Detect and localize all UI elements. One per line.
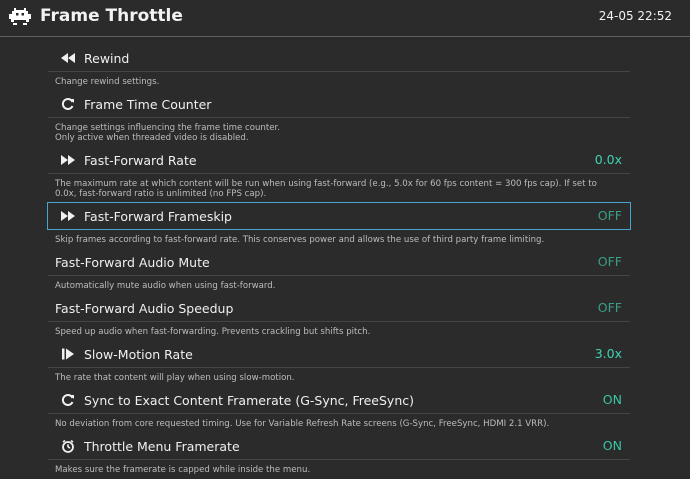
rewind-icon	[58, 50, 78, 66]
setting-value: 0.0x	[594, 152, 622, 167]
clock-display: 24-05 22:52	[598, 9, 672, 23]
setting-label: Fast-Forward Rate	[84, 152, 197, 168]
setting-rewind: Rewind Change rewind settings.	[48, 45, 630, 91]
setting-value: OFF	[597, 300, 622, 315]
setting-label: Rewind	[84, 50, 130, 66]
setting-row-slow-motion-rate[interactable]: Slow-Motion Rate 3.0x	[48, 341, 630, 367]
setting-label: Throttle Menu Framerate	[84, 438, 240, 454]
setting-throttle-menu-framerate: Throttle Menu Framerate ON Makes sure th…	[48, 433, 630, 479]
setting-description: Change settings influencing the frame ti…	[55, 123, 281, 143]
page-title: Frame Throttle	[40, 6, 183, 26]
setting-description: The maximum rate at which content will b…	[55, 179, 597, 199]
setting-row-sync-exact-framerate[interactable]: Sync to Exact Content Framerate (G-Sync,…	[48, 387, 630, 413]
setting-description: Makes sure the framerate is capped while…	[55, 465, 311, 475]
setting-description: Skip frames according to fast-forward ra…	[55, 235, 545, 245]
setting-label: Sync to Exact Content Framerate (G-Sync,…	[84, 392, 414, 408]
setting-fast-forward-audio-mute: Fast-Forward Audio Mute OFF Automaticall…	[48, 249, 630, 295]
refresh-icon	[58, 96, 78, 112]
settings-list: Rewind Change rewind settings. Frame Tim…	[47, 45, 631, 479]
setting-value: ON	[602, 438, 622, 453]
header-bar: Frame Throttle 24-05 22:52	[0, 0, 690, 36]
setting-row-throttle-menu-framerate[interactable]: Throttle Menu Framerate ON	[48, 433, 630, 459]
setting-frame-time-counter: Frame Time Counter Change settings influ…	[48, 91, 630, 147]
setting-label: Fast-Forward Audio Mute	[55, 254, 210, 270]
setting-description: The rate that content will play when usi…	[55, 373, 295, 383]
setting-label: Frame Time Counter	[84, 96, 212, 112]
setting-label: Fast-Forward Frameskip	[84, 208, 232, 224]
fast-forward-icon	[58, 208, 78, 224]
setting-fast-forward-rate: Fast-Forward Rate 0.0x The maximum rate …	[48, 147, 630, 203]
setting-row-frame-time-counter[interactable]: Frame Time Counter	[48, 91, 630, 117]
timer-icon	[58, 438, 78, 454]
setting-slow-motion-rate: Slow-Motion Rate 3.0x The rate that cont…	[48, 341, 630, 387]
setting-row-fast-forward-audio-speedup[interactable]: Fast-Forward Audio Speedup OFF	[48, 295, 630, 321]
header-divider	[0, 36, 690, 37]
setting-description: Change rewind settings.	[55, 77, 160, 87]
setting-fast-forward-frameskip: Fast-Forward Frameskip OFF Skip frames a…	[47, 202, 631, 249]
setting-sync-exact-framerate: Sync to Exact Content Framerate (G-Sync,…	[48, 387, 630, 433]
setting-description: No deviation from core requested timing.…	[55, 419, 550, 429]
setting-description: Automatically mute audio when using fast…	[55, 281, 276, 291]
refresh-icon	[58, 392, 78, 408]
setting-row-fast-forward-audio-mute[interactable]: Fast-Forward Audio Mute OFF	[48, 249, 630, 275]
setting-label: Fast-Forward Audio Speedup	[55, 300, 234, 316]
setting-row-rewind[interactable]: Rewind	[48, 45, 630, 71]
setting-row-fast-forward-rate[interactable]: Fast-Forward Rate 0.0x	[48, 147, 630, 173]
setting-value: OFF	[597, 254, 622, 269]
setting-row-fast-forward-frameskip[interactable]: Fast-Forward Frameskip OFF	[47, 202, 631, 230]
setting-value: ON	[602, 392, 622, 407]
retroarch-logo-icon	[9, 8, 31, 25]
fast-forward-icon	[58, 152, 78, 168]
setting-value: OFF	[597, 208, 622, 223]
setting-description: Speed up audio when fast-forwarding. Pre…	[55, 327, 371, 337]
slow-motion-icon	[58, 346, 78, 362]
setting-fast-forward-audio-speedup: Fast-Forward Audio Speedup OFF Speed up …	[48, 295, 630, 341]
setting-label: Slow-Motion Rate	[84, 346, 193, 362]
setting-value: 3.0x	[594, 346, 622, 361]
